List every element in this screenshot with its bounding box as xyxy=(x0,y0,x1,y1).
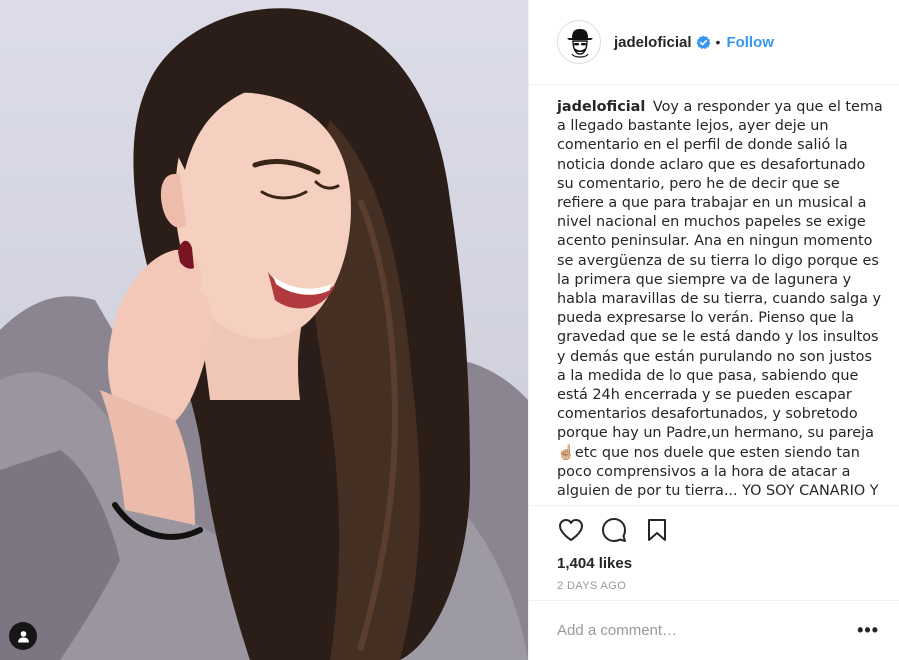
header-username[interactable]: jadeloficial xyxy=(614,34,692,51)
save-button[interactable] xyxy=(643,516,671,544)
like-button[interactable] xyxy=(557,516,585,544)
heart-icon xyxy=(559,519,583,541)
hat-avatar-icon xyxy=(558,21,600,63)
post-timestamp[interactable]: 2 DAYS AGO xyxy=(557,580,883,592)
caption-username[interactable]: jadeloficial xyxy=(557,99,645,115)
profile-avatar[interactable] xyxy=(557,20,601,64)
comment-bar: ••• xyxy=(529,600,899,660)
post-dialog: jadeloficial • Follow jadeloficial Voy a… xyxy=(0,0,899,660)
post-side-panel: jadeloficial • Follow jadeloficial Voy a… xyxy=(528,0,899,660)
tag-people-button[interactable] xyxy=(9,622,37,650)
caption-text: Voy a responder ya que el tema a llegado… xyxy=(557,99,883,500)
add-comment-input[interactable] xyxy=(557,622,858,639)
post-header: jadeloficial • Follow xyxy=(529,0,899,85)
post-caption: jadeloficial Voy a responder ya que el t… xyxy=(557,98,883,501)
more-options-button[interactable]: ••• xyxy=(857,620,879,641)
action-icons-row xyxy=(557,516,883,544)
user-tag-icon xyxy=(17,630,29,642)
post-photo[interactable] xyxy=(0,0,528,660)
woman-photo-illustration xyxy=(0,8,528,660)
likes-count[interactable]: 1,404 likes xyxy=(557,555,883,572)
verified-badge-icon xyxy=(696,34,711,50)
comment-button[interactable] xyxy=(600,516,628,544)
post-actions: 1,404 likes 2 DAYS AGO xyxy=(529,505,899,599)
header-separator: • xyxy=(715,34,721,50)
follow-button[interactable]: Follow xyxy=(726,34,774,51)
caption-scroll-area[interactable]: jadeloficial Voy a responder ya que el t… xyxy=(529,86,899,504)
bookmark-icon xyxy=(648,519,666,541)
comment-bubble-icon xyxy=(602,518,626,542)
